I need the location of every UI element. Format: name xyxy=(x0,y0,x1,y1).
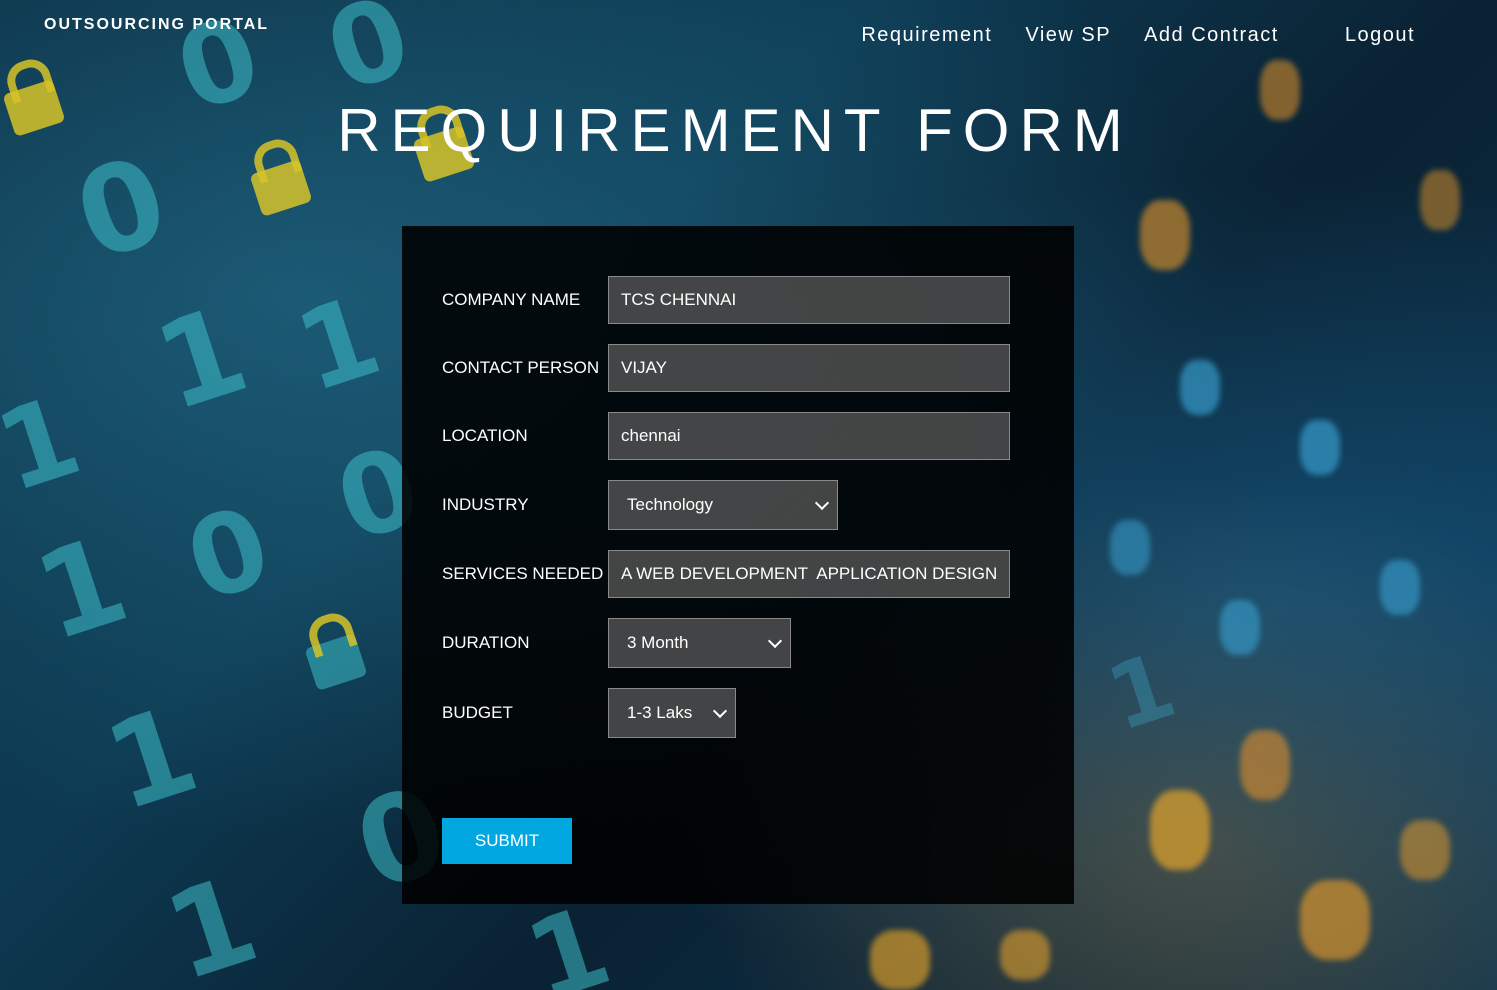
background-digit-icon: 1 xyxy=(282,271,395,417)
background-glow xyxy=(1420,170,1460,230)
duration-selected-value: 3 Month xyxy=(627,633,689,652)
budget-label: BUDGET xyxy=(442,703,513,722)
chevron-down-icon xyxy=(814,495,830,510)
form-row-budget: BUDGET 1-3 Laks xyxy=(442,688,736,738)
form-row-industry: INDUSTRY Technology xyxy=(442,480,838,530)
chevron-down-icon xyxy=(712,703,728,718)
background-glow xyxy=(1180,360,1220,415)
page-title: REQUIREMENT FORM xyxy=(337,97,1133,164)
nav-link-logout[interactable]: Logout xyxy=(1345,24,1415,47)
form-row-location: LOCATION xyxy=(442,412,1010,460)
brand-logo-text: OUTSOURCING PORTAL xyxy=(44,16,270,33)
industry-select[interactable]: Technology xyxy=(608,480,838,530)
nav-link-view-sp[interactable]: View SP xyxy=(1025,24,1111,47)
background-digit-icon: 1 xyxy=(150,850,273,990)
company-name-input[interactable] xyxy=(608,276,1010,324)
budget-select[interactable]: 1-3 Laks xyxy=(608,688,736,738)
background-digit-icon: 1 xyxy=(90,680,213,839)
background-glow xyxy=(1150,790,1210,870)
budget-selected-value: 1-3 Laks xyxy=(627,703,693,722)
background-digit-icon: 1 xyxy=(0,371,95,517)
submit-button[interactable]: SUBMIT xyxy=(442,818,572,864)
chevron-down-icon xyxy=(767,633,783,648)
location-label: LOCATION xyxy=(442,426,528,445)
background-digit-icon: 1 xyxy=(1095,632,1188,753)
background-digit-icon: 0 xyxy=(172,481,285,627)
background-glow xyxy=(1300,880,1370,960)
background-glow xyxy=(1240,730,1290,800)
background-digit-icon: 1 xyxy=(20,510,143,669)
contact-person-input[interactable] xyxy=(608,344,1010,392)
background-glow xyxy=(1000,930,1050,980)
background-glow xyxy=(1140,200,1190,270)
background-digit-icon: 1 xyxy=(140,280,263,439)
form-row-company-name: COMPANY NAME xyxy=(442,276,1010,324)
background-lock-icon xyxy=(304,633,368,691)
industry-label: INDUSTRY xyxy=(442,495,529,514)
top-nav: Requirement View SP Add Contract Logout xyxy=(861,24,1415,47)
form-row-services-needed: SERVICES NEEDED xyxy=(442,550,1010,598)
contact-person-label: CONTACT PERSON xyxy=(442,358,600,377)
background-glow xyxy=(1400,820,1450,880)
services-needed-label: SERVICES NEEDED xyxy=(442,564,604,583)
location-input[interactable] xyxy=(608,412,1010,460)
background-glow xyxy=(870,930,930,990)
nav-link-requirement[interactable]: Requirement xyxy=(861,24,992,47)
requirement-form-panel: COMPANY NAME CONTACT PERSON LOCATION IND… xyxy=(402,226,1074,904)
background-glow xyxy=(1300,420,1340,475)
background-glow xyxy=(1110,520,1150,575)
background-glow xyxy=(1380,560,1420,615)
background-glow xyxy=(1220,600,1260,655)
background-lock-icon xyxy=(249,159,313,217)
company-name-label: COMPANY NAME xyxy=(442,290,581,309)
industry-selected-value: Technology xyxy=(627,495,714,514)
services-needed-input[interactable] xyxy=(608,550,1010,598)
duration-select[interactable]: 3 Month xyxy=(608,618,791,668)
form-row-duration: DURATION 3 Month xyxy=(442,618,791,668)
nav-link-add-contract[interactable]: Add Contract xyxy=(1144,24,1279,47)
form-row-contact-person: CONTACT PERSON xyxy=(442,344,1010,392)
duration-label: DURATION xyxy=(442,633,530,652)
